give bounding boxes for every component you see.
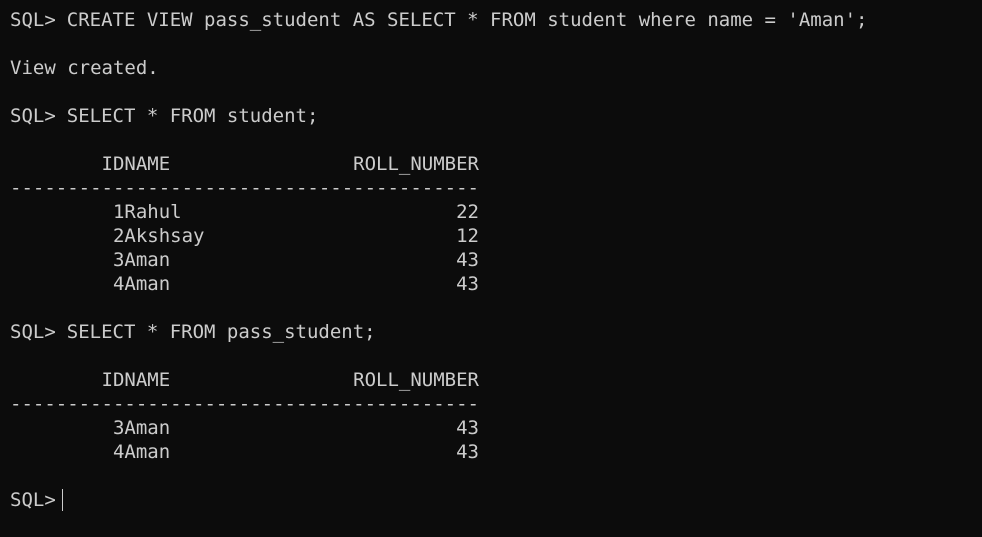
cell-id: 2 [10,225,125,247]
table-row: 3 Aman 43 [10,248,972,272]
sql-command-line: SQL> SELECT * FROM pass_student; [10,320,972,344]
sql-prompt: SQL> [10,9,56,31]
table-row: 4 Aman 43 [10,440,972,464]
pass-student-result-table: ID NAME ROLL_NUMBER ---------- ----------… [10,368,972,464]
select-pass-student-command: SELECT * FROM pass_student; [66,321,376,343]
sql-prompt: SQL> [10,489,56,511]
select-student-command: SELECT * FROM student; [66,105,319,127]
sql-command-line: SQL> SELECT * FROM student; [10,104,972,128]
cell-name: Akshsay [124,225,354,247]
cell-roll-number: 43 [353,249,480,271]
column-header-name: NAME [124,369,354,391]
table-separator: ---------- -------------------- --------… [10,176,972,200]
column-separator: -------------------- [124,393,354,415]
cell-id: 4 [10,441,125,463]
column-header-roll-number: ROLL_NUMBER [353,369,480,391]
cell-id: 3 [10,417,125,439]
column-header-name: NAME [124,153,354,175]
cell-roll-number: 43 [353,441,480,463]
output-line: View created. [10,56,972,80]
cell-id: 4 [10,273,125,295]
cell-name: Aman [124,249,354,271]
cell-name: Aman [124,417,354,439]
cell-roll-number: 43 [353,417,480,439]
cell-roll-number: 12 [353,225,480,247]
cell-id: 3 [10,249,125,271]
table-row: 3 Aman 43 [10,416,972,440]
table-row: 4 Aman 43 [10,272,972,296]
table-row: 1 Rahul 22 [10,200,972,224]
column-separator: ---------- [10,177,125,199]
column-separator: ----------- [353,177,480,199]
column-header-roll-number: ROLL_NUMBER [353,153,480,175]
create-view-command: CREATE VIEW pass_student AS SELECT * FRO… [66,9,868,31]
view-created-message: View created. [10,57,159,79]
table-row: 2 Akshsay 12 [10,224,972,248]
cell-roll-number: 43 [353,273,480,295]
column-header-id: ID [10,369,125,391]
cell-name: Aman [124,273,354,295]
table-header: ID NAME ROLL_NUMBER [10,152,972,176]
cell-name: Rahul [124,201,354,223]
table-header: ID NAME ROLL_NUMBER [10,368,972,392]
text-cursor [61,489,63,511]
sql-prompt: SQL> [10,105,56,127]
sql-prompt: SQL> [10,321,56,343]
table-separator: ---------- -------------------- --------… [10,392,972,416]
cell-roll-number: 22 [353,201,480,223]
column-separator: -------------------- [124,177,354,199]
column-header-id: ID [10,153,125,175]
sql-input-line[interactable]: SQL> [10,488,972,512]
student-result-table: ID NAME ROLL_NUMBER ---------- ----------… [10,152,972,296]
sql-command-line: SQL> CREATE VIEW pass_student AS SELECT *… [10,8,972,32]
cell-name: Aman [124,441,354,463]
terminal-window[interactable]: SQL> CREATE VIEW pass_student AS SELECT *… [0,0,982,537]
column-separator: ----------- [353,393,480,415]
cell-id: 1 [10,201,125,223]
column-separator: ---------- [10,393,125,415]
